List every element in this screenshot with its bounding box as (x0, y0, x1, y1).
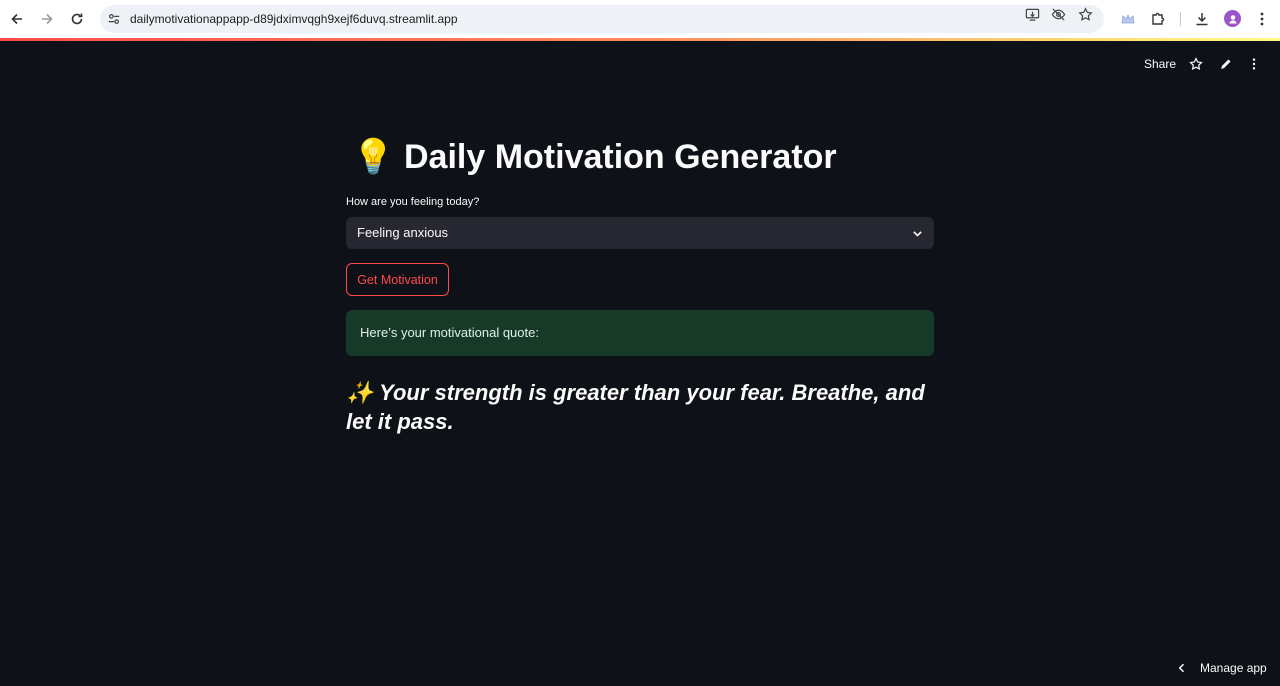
menu-icon[interactable] (1251, 8, 1273, 30)
manage-app-label[interactable]: Manage app (1200, 661, 1267, 675)
manage-app-button[interactable]: Manage app (1176, 660, 1267, 676)
crown-icon[interactable] (1117, 8, 1139, 30)
install-app-icon[interactable] (1024, 6, 1040, 22)
motivational-quote: ✨ Your strength is greater than your fea… (346, 380, 925, 434)
mood-select-label: How are you feeling today? (346, 196, 480, 208)
edit-pencil-icon[interactable] (1218, 56, 1234, 72)
mood-select[interactable]: Feeling anxious (346, 217, 934, 249)
browser-toolbar: dailymotivationappapp-d89jdximvqgh9xejf6… (0, 0, 1280, 38)
chevron-down-icon[interactable] (910, 226, 924, 240)
page-title: 💡 Daily Motivation Generator (346, 132, 934, 182)
mood-select-value[interactable]: Feeling anxious (357, 225, 448, 240)
lightbulb-icon: 💡 (352, 138, 395, 176)
extensions-icon[interactable] (1147, 8, 1169, 30)
site-settings-icon[interactable] (106, 11, 122, 27)
streamlit-accent-bar (0, 38, 1280, 41)
download-icon[interactable] (1191, 8, 1213, 30)
chevron-left-icon[interactable] (1176, 662, 1188, 674)
address-bar[interactable]: dailymotivationappapp-d89jdximvqgh9xejf6… (100, 5, 1104, 33)
get-motivation-button[interactable]: Get Motivation (346, 263, 449, 296)
success-alert-text: Here’s your motivational quote: (360, 325, 539, 340)
more-vert-icon[interactable] (1246, 56, 1262, 72)
page-title-text: Daily Motivation Generator (404, 137, 837, 176)
reload-icon[interactable] (65, 7, 89, 31)
bookmark-star-icon[interactable] (1077, 6, 1093, 22)
success-alert: Here’s your motivational quote: (346, 310, 934, 356)
share-button[interactable]: Share (1144, 57, 1176, 71)
url-text[interactable]: dailymotivationappapp-d89jdximvqgh9xejf6… (130, 12, 458, 26)
star-icon[interactable] (1188, 56, 1204, 72)
avatar[interactable] (1224, 10, 1241, 27)
forward-icon[interactable] (35, 7, 59, 31)
toolbar-divider (1180, 12, 1181, 26)
eye-off-icon[interactable] (1050, 6, 1066, 22)
back-icon[interactable] (5, 7, 29, 31)
